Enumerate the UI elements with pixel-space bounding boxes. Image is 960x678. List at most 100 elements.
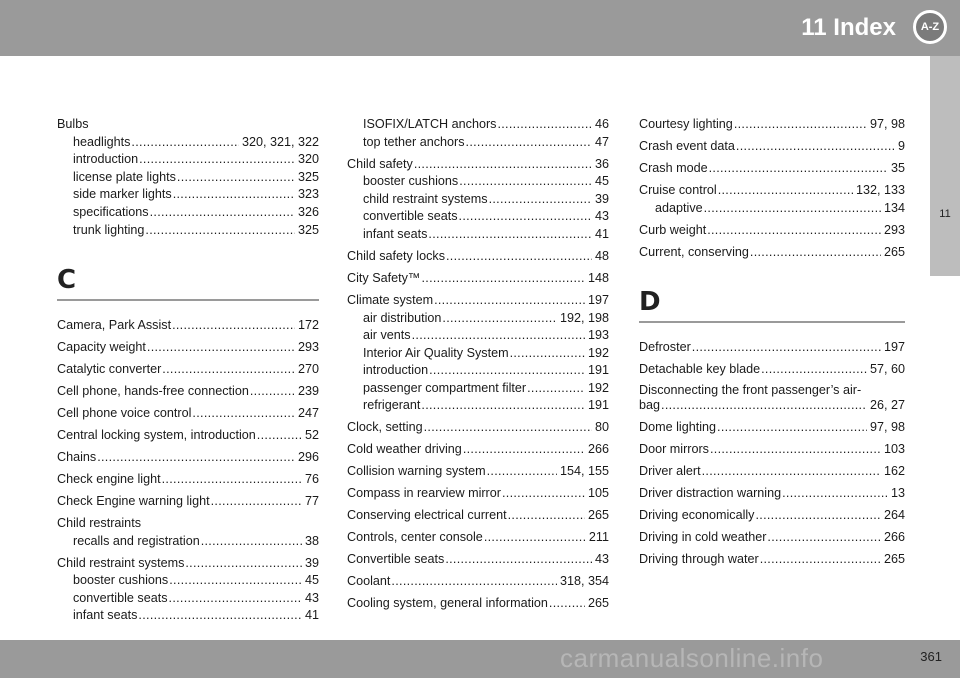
index-entry-text: specifications (73, 204, 149, 219)
index-entry[interactable]: Driving economically 264 (639, 507, 905, 525)
index-subentry[interactable]: specifications 326 (57, 204, 319, 222)
index-entry[interactable]: Convertible seats 43 (347, 551, 609, 569)
leader-dots (459, 208, 592, 226)
index-subentry[interactable]: passenger compartment filter 192 (347, 380, 609, 398)
index-subentry[interactable]: infant seats 41 (57, 607, 319, 625)
index-entry-text: Child restraint systems (57, 555, 185, 570)
index-entry[interactable]: Crash event data 9 (639, 138, 905, 156)
index-subentry[interactable]: booster cushions 45 (57, 572, 319, 590)
leader-dots (782, 485, 888, 503)
index-subentry[interactable]: top tether anchors 47 (347, 134, 609, 152)
index-entry-text: ISOFIX/LATCH anchors (363, 117, 497, 131)
index-entry-text: introduction (73, 152, 139, 167)
index-entry-text: trunk lighting (73, 222, 145, 237)
index-entry[interactable]: Detachable key blade 57, 60 (639, 361, 905, 379)
index-subentry[interactable]: air vents 193 (347, 327, 609, 345)
index-subentry[interactable]: air distribution 192, 198 (347, 310, 609, 328)
index-entry[interactable]: Cooling system, general information 265 (347, 595, 609, 613)
index-entry[interactable]: Driving in cold weather 266 (639, 529, 905, 547)
index-subentry[interactable]: booster cushions 45 (347, 173, 609, 191)
a-z-index-icon: A-Z (913, 10, 947, 44)
index-entry[interactable]: Dome lighting 97, 98 (639, 419, 905, 437)
index-entry[interactable]: Climate system 197 (347, 292, 609, 310)
page-reference: 325 (297, 222, 319, 237)
index-subentry[interactable]: introduction 191 (347, 362, 609, 380)
index-subentry[interactable]: child restraint systems 39 (347, 191, 609, 209)
index-subentry[interactable]: convertible seats 43 (347, 208, 609, 226)
index-subentry[interactable]: side marker lights 323 (57, 186, 319, 204)
page-reference: 26, 27 (869, 398, 905, 413)
index-entry[interactable]: Central locking system, introduction 52 (57, 427, 319, 445)
index-subentry[interactable]: license plate lights 325 (57, 169, 319, 187)
index-entry[interactable]: Collision warning system 154, 155 (347, 463, 609, 481)
index-entry[interactable]: Driving through water 265 (639, 551, 905, 569)
index-entry[interactable]: Cold weather driving 266 (347, 441, 609, 459)
index-entry[interactable]: Curb weight 293 (639, 222, 905, 240)
index-subentry[interactable]: ISOFIX/LATCH anchors 46 (347, 116, 609, 134)
index-entry[interactable]: Child safety locks 48 (347, 248, 609, 266)
index-entry[interactable]: Chains 296 (57, 449, 319, 467)
index-entry[interactable]: Cell phone, hands-free connection 239 (57, 383, 319, 401)
index-entry-text: child restraint systems (363, 191, 488, 206)
leader-dots (736, 138, 895, 156)
index-entry[interactable]: Compass in rearview mirror 105 (347, 485, 609, 503)
page-reference: 41 (594, 226, 609, 241)
leader-dots (761, 361, 867, 379)
page-reference: 48 (594, 248, 609, 263)
index-entry[interactable]: Crash mode 35 (639, 160, 905, 178)
index-entry[interactable]: Child safety 36 (347, 156, 609, 174)
index-entry-text: air vents (363, 328, 411, 343)
index-entry[interactable]: City Safety™ 148 (347, 270, 609, 288)
index-entry-text: Cooling system, general information (347, 596, 548, 611)
index-entry[interactable]: Controls, center console 211 (347, 529, 609, 547)
index-entry[interactable]: Door mirrors 103 (639, 441, 905, 459)
leader-dots (172, 317, 295, 335)
page-reference: 192, 198 (559, 310, 609, 325)
index-subentry[interactable]: refrigerant 191 (347, 397, 609, 415)
index-entry[interactable]: Coolant 318, 354 (347, 573, 609, 591)
chapter-tab[interactable]: 11 (930, 56, 960, 276)
page-reference: 97, 98 (869, 420, 905, 435)
index-entry-text: Door mirrors (639, 442, 709, 457)
index-entry[interactable]: Driver alert 162 (639, 463, 905, 481)
page-reference: 211 (588, 530, 609, 545)
index-subentry[interactable]: trunk lighting 325 (57, 222, 319, 240)
index-entry-text: infant seats (363, 226, 428, 241)
index-subentry[interactable]: introduction 320 (57, 151, 319, 169)
index-entry-text: Driver distraction warning (639, 486, 782, 501)
leader-dots (510, 345, 585, 363)
leader-dots (750, 244, 881, 262)
index-entry[interactable]: Cell phone voice control 247 (57, 405, 319, 423)
index-entry[interactable]: Catalytic converter 270 (57, 361, 319, 379)
index-entry[interactable]: Courtesy lighting 97, 98 (639, 116, 905, 134)
index-entry-text: Clock, setting (347, 420, 423, 435)
index-entry-text: air distribution (363, 310, 442, 325)
index-entry[interactable]: Conserving electrical current 265 (347, 507, 609, 525)
index-subentry[interactable]: convertible seats 43 (57, 590, 319, 608)
index-entry[interactable]: Check Engine warning light 77 (57, 493, 319, 511)
index-entry[interactable]: Cruise control 132, 133 (639, 182, 905, 200)
index-entry[interactable]: Camera, Park Assist 172 (57, 317, 319, 335)
index-subentry[interactable]: recalls and registration 38 (57, 533, 319, 551)
leader-dots (710, 441, 881, 459)
index-entry-text: Catalytic converter (57, 362, 162, 377)
index-entry[interactable]: Capacity weight 293 (57, 339, 319, 357)
index-entry-text: Detachable key blade (639, 362, 761, 377)
index-entry[interactable]: Defroster 197 (639, 339, 905, 357)
index-entry[interactable]: Disconnecting the front passenger’s air-… (639, 383, 905, 415)
index-subentry[interactable]: headlights 320, 321, 322 (57, 134, 319, 152)
leader-dots (661, 397, 867, 415)
index-subentry[interactable]: infant seats 41 (347, 226, 609, 244)
leader-dots (162, 361, 295, 379)
page-reference: 97, 98 (869, 117, 905, 131)
page-reference: 197 (587, 292, 609, 307)
index-entry[interactable]: Current, conserving 265 (639, 244, 905, 262)
index-subentry[interactable]: adaptive 134 (639, 200, 905, 218)
index-entry[interactable]: Child restraint systems 39 (57, 555, 319, 573)
index-subentry[interactable]: Interior Air Quality System 192 (347, 345, 609, 363)
index-entry[interactable]: Clock, setting 80 (347, 419, 609, 437)
index-entry[interactable]: Driver distraction warning 13 (639, 485, 905, 503)
chapter-tab-number: 11 (939, 208, 951, 220)
index-entry[interactable]: Check engine light 76 (57, 471, 319, 489)
index-entry-text: Conserving electrical current (347, 508, 507, 523)
